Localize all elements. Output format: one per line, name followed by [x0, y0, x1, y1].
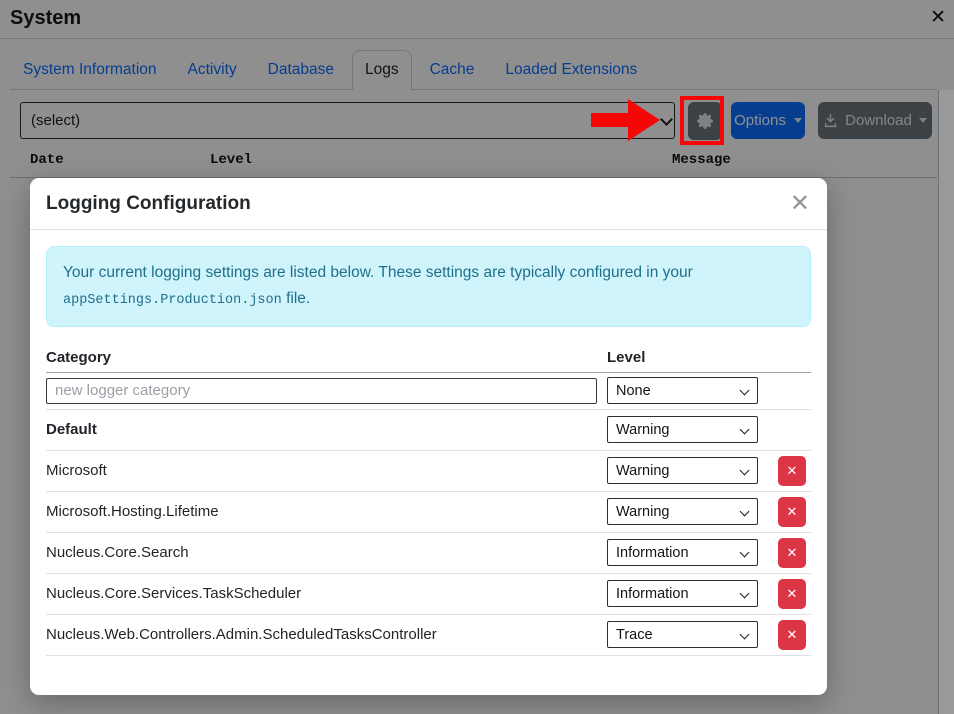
- new-logger-row: None: [46, 373, 811, 410]
- logger-row: Nucleus.Core.Search Information ✕: [46, 533, 811, 574]
- logging-configuration-modal: Logging Configuration ✕ Your current log…: [30, 178, 827, 695]
- logger-row: Nucleus.Core.Services.TaskScheduler Info…: [46, 574, 811, 615]
- delete-logger-button[interactable]: ✕: [778, 538, 806, 568]
- modal-title: Logging Configuration: [46, 193, 251, 215]
- logger-table-header: Category Level: [46, 343, 811, 373]
- scrollbar[interactable]: [938, 90, 954, 714]
- delete-logger-button[interactable]: ✕: [778, 620, 806, 650]
- modal-body: Your current logging settings are listed…: [30, 230, 827, 695]
- logger-level-select[interactable]: Warning: [607, 498, 758, 525]
- info-alert-text: Your current logging settings are listed…: [63, 264, 693, 281]
- logger-row: Microsoft.Hosting.Lifetime Warning ✕: [46, 492, 811, 533]
- delete-logger-button[interactable]: ✕: [778, 579, 806, 609]
- modal-close-icon[interactable]: ✕: [790, 193, 810, 215]
- logger-category: Nucleus.Web.Controllers.Admin.ScheduledT…: [46, 626, 437, 643]
- level-column-header: Level: [607, 349, 758, 366]
- info-alert-text-suffix: file.: [286, 290, 310, 307]
- logger-category: Nucleus.Core.Services.TaskScheduler: [46, 585, 301, 602]
- system-dialog: System ✕ System InformationActivityDatab…: [0, 0, 954, 714]
- new-logger-level-select[interactable]: None: [607, 377, 758, 404]
- category-column-header: Category: [46, 349, 607, 366]
- logger-level-select[interactable]: Trace: [607, 621, 758, 648]
- logger-category: Default: [46, 421, 97, 438]
- logger-row: Microsoft Warning ✕: [46, 451, 811, 492]
- logger-level-select[interactable]: Warning: [607, 416, 758, 443]
- modal-header: Logging Configuration ✕: [30, 178, 827, 230]
- delete-logger-button[interactable]: ✕: [778, 456, 806, 486]
- delete-logger-button[interactable]: ✕: [778, 497, 806, 527]
- logger-level-select[interactable]: Warning: [607, 457, 758, 484]
- new-logger-category-input[interactable]: [46, 378, 597, 404]
- logger-config-table: Category Level None: [46, 343, 811, 656]
- config-file-name: appSettings.Production.json: [63, 293, 282, 308]
- info-alert: Your current logging settings are listed…: [46, 246, 811, 327]
- logger-category: Microsoft.Hosting.Lifetime: [46, 503, 219, 520]
- logger-category: Nucleus.Core.Search: [46, 544, 189, 561]
- logger-category: Microsoft: [46, 462, 107, 479]
- logger-level-select[interactable]: Information: [607, 580, 758, 607]
- logger-level-select[interactable]: Information: [607, 539, 758, 566]
- logger-row: Nucleus.Web.Controllers.Admin.ScheduledT…: [46, 615, 811, 656]
- logger-row: Default Warning: [46, 410, 811, 451]
